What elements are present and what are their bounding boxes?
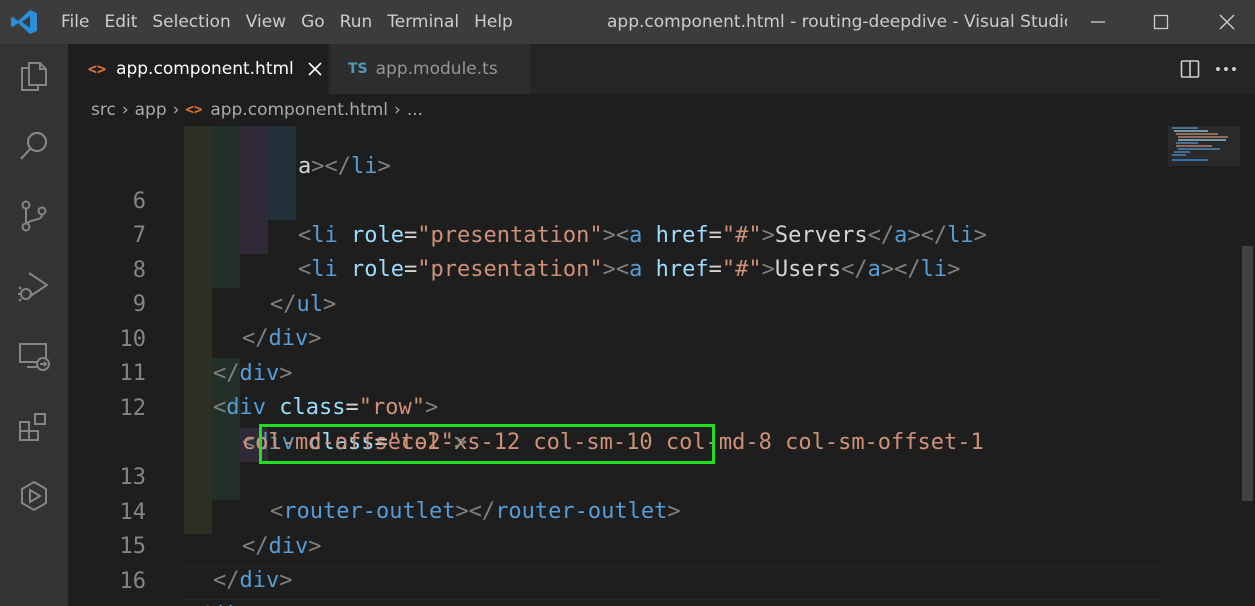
vscode-logo-icon (11, 10, 37, 34)
code-line: 8 </ul> (68, 220, 1168, 317)
code-line: 6 <li role="presentation"><a href="#">Se… (68, 151, 1168, 248)
breadcrumb-symbol[interactable]: ... (407, 100, 423, 120)
title-bar: File Edit Selection View Go Run Terminal… (0, 0, 1255, 44)
code-line: 7 <li role="presentation"><a href="#">Us… (68, 185, 1168, 282)
source-control-icon (21, 200, 47, 232)
remote-explorer-icon (19, 343, 50, 371)
explorer-button[interactable] (0, 46, 68, 106)
extensions-button[interactable] (0, 396, 68, 456)
menu-selection[interactable]: Selection (152, 12, 242, 32)
code-line: 16 </div> (68, 531, 1168, 606)
search-icon (20, 131, 48, 160)
menu-go[interactable]: Go (301, 12, 337, 32)
testing-icon (21, 480, 47, 512)
breadcrumb-file[interactable]: app.component.html (210, 100, 388, 120)
code-editor[interactable]: a></li> 6 <li role="presentation"><a hre… (68, 126, 1255, 606)
menu-bar: File Edit Selection View Go Run Terminal… (61, 0, 528, 44)
search-button[interactable] (0, 116, 68, 176)
router-outlet-highlight-box (259, 424, 715, 464)
menu-run[interactable]: Run (340, 12, 385, 32)
code-line: 15 </div> (68, 496, 1168, 593)
scrollbar-thumb[interactable] (1242, 246, 1253, 501)
close-window-button[interactable] (1204, 0, 1250, 44)
html-file-icon: <> (185, 102, 203, 118)
menu-view[interactable]: View (246, 12, 298, 32)
split-editor-icon[interactable] (1180, 59, 1200, 79)
minimap[interactable] (1168, 126, 1240, 186)
editor-tabs: <> app.component.html TS app.module.ts (68, 44, 1255, 94)
run-debug-icon (18, 272, 49, 302)
explorer-icon (21, 62, 47, 91)
breadcrumb-src[interactable]: src (91, 100, 116, 120)
code-line: 11 <div class="row"> (68, 323, 1168, 420)
source-control-button[interactable] (0, 186, 68, 246)
chevron-right-icon: › (121, 100, 129, 120)
menu-help[interactable]: Help (474, 12, 525, 32)
minimize-icon (1091, 21, 1105, 23)
code-line: 14 </div> (68, 462, 1168, 559)
chevron-right-icon: › (172, 100, 180, 120)
code-line-wrapped: col-md-offset-2"> (242, 430, 468, 455)
maximize-icon (1153, 14, 1169, 30)
breadcrumb-app[interactable]: app (135, 100, 167, 120)
tab-label: app.module.ts (375, 59, 498, 79)
tab-app-component-html[interactable]: <> app.component.html (68, 44, 328, 94)
html-file-icon: <> (88, 60, 107, 78)
code-line: 12 <div class="col-xs-12 col-sm-10 col-m… (68, 358, 1168, 455)
code-line: 17 (68, 566, 1168, 606)
menu-file[interactable]: File (61, 12, 101, 32)
breadcrumb: src › app › <> app.component.html › ... (68, 94, 1255, 126)
code-line: 10 </div> (68, 289, 1168, 386)
maximize-button[interactable] (1138, 0, 1184, 44)
tab-app-module-ts[interactable]: TS app.module.ts (330, 44, 530, 94)
testing-button[interactable] (0, 466, 68, 526)
close-tab-icon[interactable] (308, 62, 322, 76)
more-actions-icon[interactable] (1215, 65, 1237, 73)
remote-explorer-button[interactable] (0, 326, 68, 386)
extensions-icon (19, 413, 46, 441)
menu-terminal[interactable]: Terminal (387, 12, 471, 32)
code-line: 9 </div> (68, 254, 1168, 351)
typescript-file-icon: TS (348, 61, 368, 77)
menu-edit[interactable]: Edit (104, 12, 149, 32)
code-line: a></li> (298, 154, 391, 179)
window-title: app.component.html - routing-deepdive - … (607, 12, 1067, 32)
run-debug-button[interactable] (0, 256, 68, 316)
vertical-scrollbar[interactable] (1240, 126, 1255, 606)
chevron-right-icon: › (394, 100, 401, 120)
activity-bar (0, 44, 68, 606)
tab-label: app.component.html (116, 59, 294, 79)
minimize-button[interactable] (1075, 0, 1121, 44)
line-number: 17 (68, 600, 147, 606)
close-icon (1219, 14, 1235, 30)
